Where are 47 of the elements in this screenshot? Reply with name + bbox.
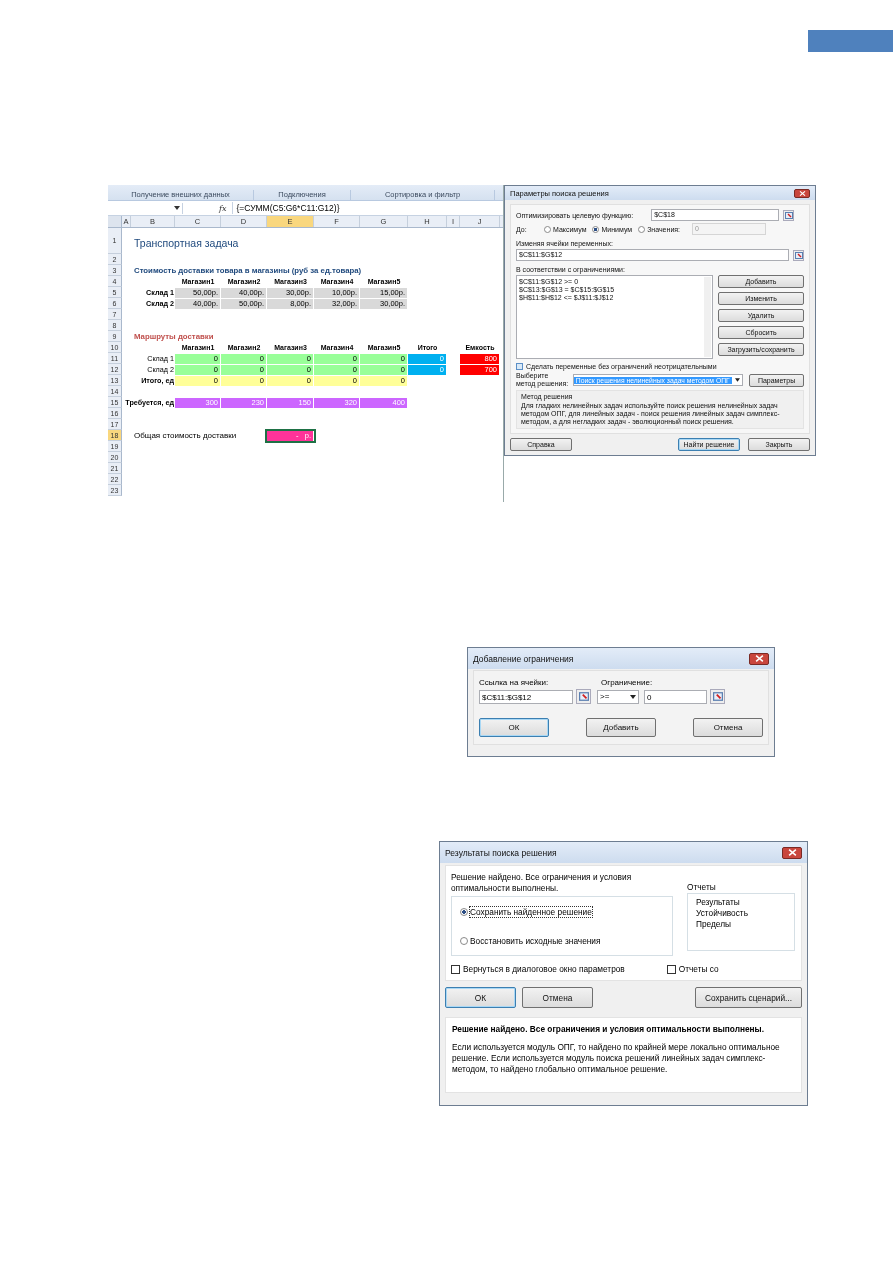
formula-field[interactable]: {=СУММ(C5:G6*C11:G12)} <box>232 202 503 214</box>
field-label: Ограничение: <box>601 678 653 687</box>
close-button[interactable] <box>782 846 802 859</box>
function-icon[interactable]: fx <box>219 203 227 213</box>
list-item[interactable]: Устойчивость <box>696 908 786 919</box>
dialog-button[interactable]: Добавить <box>586 718 656 737</box>
range-select-icon <box>712 692 723 701</box>
close-icon <box>787 849 797 856</box>
window-title: Добавление ограничения <box>473 653 574 664</box>
scrollbar[interactable] <box>704 277 711 357</box>
window-title: Результаты поиска решения <box>445 847 557 858</box>
dialog-button[interactable]: Отмена <box>693 718 763 737</box>
dialog-button[interactable]: ОК <box>445 987 516 1008</box>
range-select-icon <box>578 692 589 701</box>
operator-dropdown[interactable]: >= <box>597 689 639 704</box>
dialog-button[interactable]: Отмена <box>522 987 593 1008</box>
info-title: Решение найдено. Все ограничения и условия оптимальности выполнены. <box>452 1024 765 1034</box>
close-icon <box>754 655 764 662</box>
range-select-button[interactable] <box>783 209 795 221</box>
radio-option[interactable]: Восстановить исходные значения <box>460 935 672 946</box>
dialog-button[interactable]: ОК <box>479 718 549 737</box>
cell-text: Общая стоимость доставки <box>133 430 238 441</box>
list-label: Отчеты <box>687 882 717 893</box>
caret-icon <box>735 378 741 382</box>
field-label: Ссылка на ячейки: <box>479 678 550 687</box>
info-text: Если используется модуль ОПГ, то найдено по крайней мере локально оптимальное решение. Если используется модуль поиска решений линейных задач симплекс-методом, то найдено глобально оптимальное решение. <box>452 1042 781 1075</box>
close-icon <box>798 190 806 196</box>
checkbox-option[interactable]: Отчеты со <box>666 964 719 974</box>
input-field[interactable]: 0 <box>644 689 707 704</box>
caret-icon <box>174 206 180 210</box>
status-message: Решение найдено. Все ограничения и условия оптимальности выполнены. <box>451 872 633 894</box>
sheet-title: Транспортная задача <box>133 236 240 250</box>
radio-option[interactable]: Сохранить найденное решение <box>460 906 672 917</box>
list-item[interactable]: Результаты <box>696 897 786 908</box>
caret-icon <box>630 694 636 699</box>
list-item[interactable]: Пределы <box>696 919 786 930</box>
input-field[interactable]: $C$11:$G$12 <box>479 689 573 704</box>
range-select-icon <box>784 211 793 219</box>
close-button[interactable] <box>749 652 769 665</box>
reports-list[interactable]: Результаты Устойчивость Пределы <box>687 893 795 951</box>
range-select-button[interactable] <box>793 249 804 261</box>
range-select-button[interactable] <box>576 689 591 704</box>
dialog-button[interactable]: Сохранить сценарий... <box>695 987 802 1008</box>
range-select-icon <box>794 251 803 259</box>
close-button[interactable] <box>794 188 810 198</box>
range-select-button[interactable] <box>710 689 725 704</box>
checkbox-option[interactable]: Вернуться в диалоговое окно параметров <box>451 964 625 974</box>
